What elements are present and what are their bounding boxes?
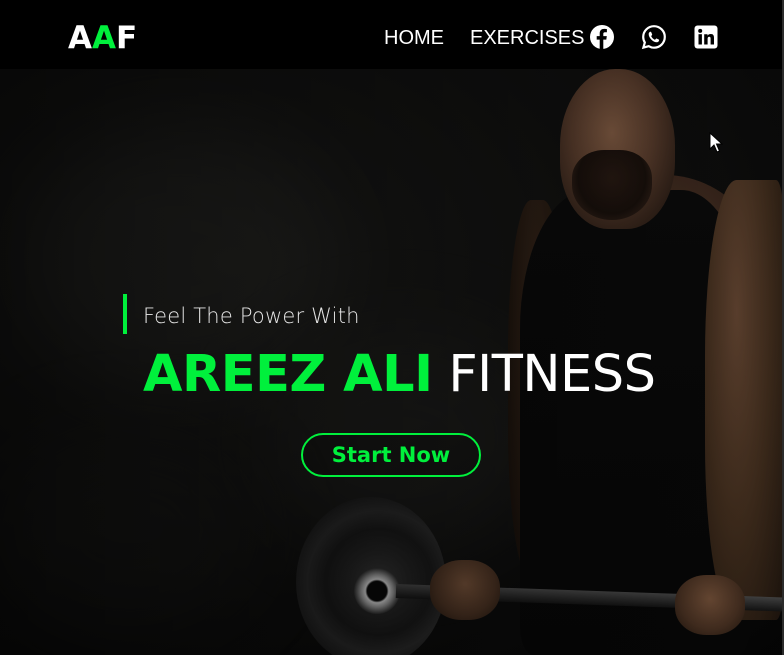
tagline-accent-bar: [123, 294, 127, 334]
nav-link-exercises[interactable]: EXERCISES: [470, 26, 584, 50]
headline-word: FITNESS: [448, 345, 656, 404]
site-logo[interactable]: AAF: [68, 19, 137, 57]
landing-page: AAF HOME EXERCISES Feel The Power With A…: [0, 0, 784, 655]
facebook-icon[interactable]: [589, 24, 615, 50]
logo-letter: A: [68, 20, 92, 56]
hero-headline: AREEZ ALI FITNESS: [143, 342, 656, 408]
hero-tagline: Feel The Power With: [143, 304, 360, 328]
start-now-button[interactable]: Start Now: [301, 433, 481, 477]
headline-name: AREEZ ALI: [143, 345, 433, 404]
mouse-cursor-icon: [709, 131, 724, 154]
linkedin-icon[interactable]: [693, 24, 719, 50]
logo-letter-accent: A: [92, 20, 116, 56]
navbar: AAF HOME EXERCISES: [0, 0, 784, 69]
nav-link-home[interactable]: HOME: [384, 26, 444, 50]
logo-letter: F: [116, 20, 138, 56]
whatsapp-icon[interactable]: [641, 24, 667, 50]
